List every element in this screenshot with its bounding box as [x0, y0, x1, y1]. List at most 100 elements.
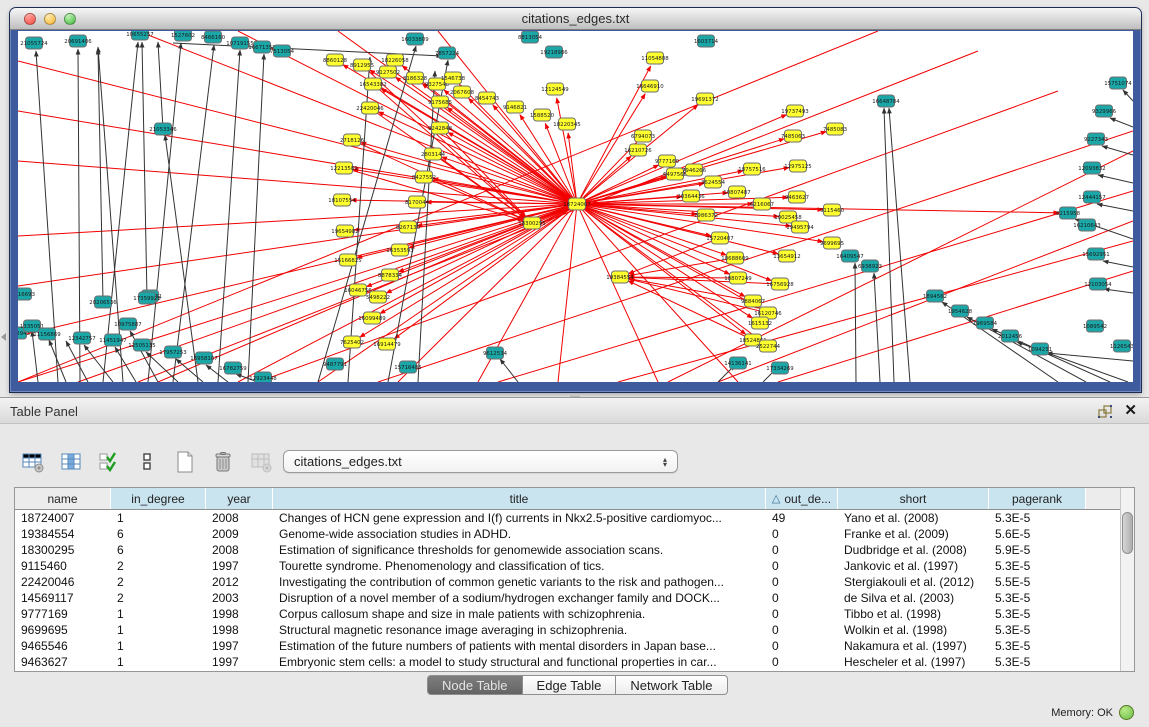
tab-node-table[interactable]: Node Table [427, 675, 523, 695]
graph-node[interactable]: 10807487 [723, 186, 750, 198]
table-scrollbar[interactable] [1120, 488, 1134, 671]
memory-status-indicator[interactable] [1119, 705, 1134, 720]
graph-node[interactable]: 9463627 [785, 191, 809, 203]
graph-node[interactable]: 8912955 [350, 59, 374, 71]
network-window-titlebar[interactable]: citations_edges.txt [10, 8, 1141, 30]
graph-node[interactable]: 9115460 [820, 204, 845, 216]
graph-node[interactable]: 7513054 [270, 45, 295, 57]
graph-node[interactable]: 16210643 [1073, 219, 1100, 231]
graph-node[interactable]: 9175685 [428, 96, 452, 108]
graph-node[interactable]: 15751074 [1104, 77, 1132, 89]
graph-node[interactable]: 16099489 [358, 312, 386, 324]
graph-node[interactable]: 12444157 [1078, 191, 1105, 203]
table-row[interactable]: 2242004622012Investigating the contribut… [15, 574, 1134, 590]
graph-node[interactable]: 21055724 [20, 37, 48, 49]
graph-node[interactable]: 9699695 [820, 237, 844, 249]
graph-node[interactable]: 16409547 [836, 250, 863, 262]
graph-node[interactable]: 11054808 [641, 52, 669, 64]
graph-node[interactable]: 7857224 [435, 47, 460, 59]
graph-node[interactable]: 19654982 [331, 225, 358, 237]
graph-node[interactable]: 12975125 [784, 160, 811, 172]
graph-node[interactable]: 8170044 [405, 196, 430, 208]
table-settings-icon[interactable] [20, 449, 46, 475]
select-all-icon[interactable] [96, 449, 122, 475]
table-row[interactable]: 969969511998Structural magnetic resonanc… [15, 622, 1134, 638]
graph-node[interactable]: 8454743 [475, 92, 499, 104]
graph-node[interactable]: 13654912 [773, 250, 800, 262]
column-header-out-de-[interactable]: △out_de... [766, 488, 838, 509]
table-row[interactable]: 911546021997Tourette syndrome. Phenomeno… [15, 558, 1134, 574]
graph-node[interactable]: 1954628 [948, 305, 973, 317]
graph-node[interactable]: 8466160 [201, 31, 226, 43]
graph-node[interactable]: 1094231 [1028, 343, 1052, 355]
graph-node[interactable]: 12342757 [68, 332, 95, 344]
graph-node[interactable]: 10655257 [126, 31, 153, 40]
graph-node[interactable]: 9329966 [1092, 105, 1117, 117]
network-canvas[interactable]: 1872400718300295193845548860128891295518… [18, 31, 1133, 382]
graph-node[interactable]: 1969584 [973, 317, 998, 329]
graph-node[interactable]: 19218986 [540, 46, 568, 58]
graph-node[interactable]: 1615132 [748, 317, 772, 329]
collapse-panel-arrow-icon[interactable] [1, 333, 6, 341]
graph-node[interactable]: 9146821 [503, 101, 527, 113]
graph-node[interactable]: 1089542 [1083, 320, 1107, 332]
graph-node[interactable]: 1546738 [441, 72, 466, 84]
column-header-name[interactable]: name [15, 488, 111, 509]
graph-node[interactable]: 9127502 [376, 66, 400, 78]
graph-node[interactable]: 15692951 [1082, 248, 1109, 260]
column-header-pagerank[interactable]: pagerank [989, 488, 1086, 509]
graph-node[interactable]: 6938923 [858, 260, 882, 272]
table-row[interactable]: 1830029562008Estimation of significance … [15, 542, 1134, 558]
column-header-year[interactable]: year [206, 488, 273, 509]
graph-node[interactable]: 16914479 [373, 338, 401, 350]
graph-node[interactable]: 1126543 [1110, 340, 1133, 352]
graph-node[interactable]: 9227343 [1084, 133, 1108, 145]
graph-node[interactable]: 12124549 [541, 83, 569, 95]
delete-column-icon[interactable] [210, 449, 236, 475]
table-row[interactable]: 1456911722003Disruption of a novel membe… [15, 590, 1134, 606]
graph-node[interactable]: 8813054 [518, 31, 543, 43]
graph-node[interactable]: 17957253 [159, 346, 186, 358]
graph-node[interactable]: 19691372 [691, 93, 718, 105]
graph-node[interactable]: 9612534 [483, 347, 508, 359]
graph-node[interactable]: 1527602 [171, 31, 195, 41]
graph-node[interactable]: 1603714 [694, 35, 719, 47]
graph-node[interactable]: 3624554 [701, 176, 726, 188]
graph-node[interactable]: 18220345 [553, 118, 580, 130]
graph-node[interactable]: 14136141 [724, 357, 751, 369]
graph-node[interactable]: 8215958 [1056, 207, 1081, 219]
graph-node[interactable]: 7625402 [340, 336, 364, 348]
tab-edge-table[interactable]: Edge Table [523, 675, 617, 695]
table-row[interactable]: 946554611997Estimation of the future num… [15, 638, 1134, 654]
table-row[interactable]: 1872400712008Changes of HCN gene express… [15, 510, 1134, 526]
graph-node[interactable]: 2522744 [756, 340, 781, 352]
graph-node[interactable]: 8427552 [412, 171, 436, 183]
graph-node[interactable]: 8186328 [403, 72, 428, 84]
graph-node[interactable]: 16353593 [386, 244, 413, 256]
graph-node[interactable]: 7485083 [823, 123, 847, 135]
network-table-select[interactable]: citations_edges.txt ▴▾ [283, 450, 678, 473]
graph-node[interactable]: 5498222 [366, 291, 390, 303]
graph-node[interactable]: 6794073 [631, 130, 655, 142]
graph-node[interactable]: 9777169 [655, 155, 680, 167]
graph-node[interactable]: 18107554 [328, 194, 356, 206]
column-header-short[interactable]: short [838, 488, 989, 509]
new-column-icon[interactable] [172, 449, 198, 475]
graph-node[interactable]: 12103054 [1084, 278, 1112, 290]
table-row[interactable]: 1938455462009Genome-wide association stu… [15, 526, 1134, 542]
graph-node[interactable]: 7485063 [781, 130, 805, 142]
graph-node[interactable]: 2012456 [998, 330, 1023, 342]
graph-node[interactable]: 16648784 [872, 95, 900, 107]
table-scrollbar-thumb[interactable] [1122, 512, 1133, 554]
close-panel-icon[interactable]: ✕ [1124, 402, 1137, 420]
graph-node[interactable]: 18226058 [381, 54, 409, 66]
table-row[interactable]: 977716911998Corpus callosum shape and si… [15, 606, 1134, 622]
graph-node[interactable]: 9884067 [741, 295, 765, 307]
table-row[interactable]: 946362711997Embryonic stem cells: a mode… [15, 654, 1134, 670]
graph-node[interactable]: 16782759 [219, 362, 247, 374]
graph-node[interactable]: 9242848 [428, 122, 453, 134]
column-header-title[interactable]: title [273, 488, 766, 509]
graph-node[interactable]: 7986372 [694, 209, 718, 221]
float-panel-icon[interactable] [1097, 404, 1113, 420]
graph-node[interactable]: 6216067 [750, 198, 774, 210]
